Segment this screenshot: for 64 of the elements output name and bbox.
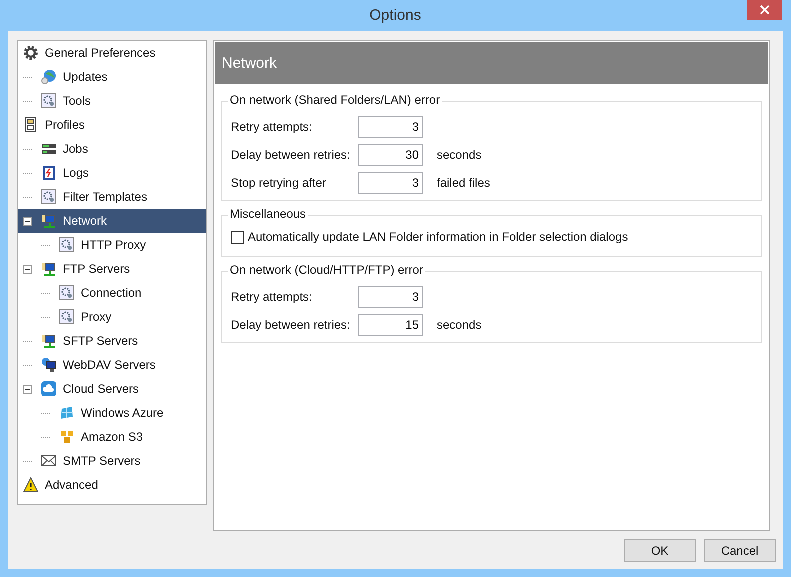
field-label: Retry attempts: <box>231 290 314 304</box>
group-title: Miscellaneous <box>228 207 308 221</box>
number-field[interactable]: 3 <box>358 286 423 308</box>
number-field[interactable]: 3 <box>358 172 423 194</box>
number-field[interactable]: 3 <box>358 116 423 138</box>
tree-item[interactable]: SFTP Servers <box>18 329 206 353</box>
network-icon <box>41 261 57 277</box>
tree-item[interactable]: HTTP Proxy <box>18 233 206 257</box>
mail-icon <box>41 453 57 469</box>
tree-item[interactable]: Network <box>18 209 206 233</box>
tree-item[interactable]: FTP Servers <box>18 257 206 281</box>
unit-label: failed files <box>437 176 490 190</box>
number-field[interactable]: 15 <box>358 314 423 336</box>
number-field[interactable]: 30 <box>358 144 423 166</box>
tree-item[interactable]: Logs <box>18 161 206 185</box>
collapse-icon[interactable] <box>23 216 32 226</box>
warning-icon <box>23 477 39 493</box>
field-label: Stop retrying after <box>231 176 328 190</box>
unit-label: seconds <box>437 318 482 332</box>
tree-item[interactable]: Connection <box>18 281 206 305</box>
gear-icon <box>23 45 39 61</box>
cloud-icon <box>41 381 57 397</box>
settings-icon <box>59 309 75 325</box>
network-icon <box>41 333 57 349</box>
tree-item[interactable]: Cloud Servers <box>18 377 206 401</box>
collapse-icon[interactable] <box>23 264 32 274</box>
tree-item[interactable]: Updates <box>18 65 206 89</box>
settings-icon <box>41 189 57 205</box>
tree-item[interactable]: Proxy <box>18 305 206 329</box>
network-icon <box>41 213 57 229</box>
settings-icon <box>41 93 57 109</box>
tree-item[interactable]: Advanced <box>18 473 206 497</box>
panel-title: Network <box>222 54 278 72</box>
close-button[interactable] <box>747 0 782 20</box>
close-icon <box>760 5 770 15</box>
tree-item[interactable]: SMTP Servers <box>18 449 206 473</box>
window-title: Options <box>370 7 422 24</box>
jobs-icon <box>41 141 57 157</box>
settings-icon <box>59 285 75 301</box>
cancel-button[interactable]: Cancel <box>704 539 776 562</box>
tree-item[interactable]: WebDAV Servers <box>18 353 206 377</box>
field-label: Delay between retries: <box>231 318 352 332</box>
group-title: On network (Shared Folders/LAN) error <box>228 93 442 107</box>
field-label: Delay between retries: <box>231 148 352 162</box>
tree-item[interactable]: General Preferences <box>18 41 206 65</box>
tree-item[interactable]: Tools <box>18 89 206 113</box>
monitor-icon <box>41 357 57 373</box>
tree-item[interactable]: Filter Templates <box>18 185 206 209</box>
checkbox-label: Automatically update LAN Folder information in Folder selection dialogs <box>248 230 628 244</box>
tree-item[interactable]: Jobs <box>18 137 206 161</box>
tree-item[interactable]: Profiles <box>18 113 206 137</box>
checkbox[interactable] <box>231 230 244 244</box>
log-icon <box>41 165 57 181</box>
settings-icon <box>59 237 75 253</box>
globe-icon <box>41 69 57 85</box>
field-label: Retry attempts: <box>231 120 314 134</box>
tree-item[interactable]: Windows Azure <box>18 401 206 425</box>
tree-item[interactable]: Amazon S3 <box>18 425 206 449</box>
group-title: On network (Cloud/HTTP/FTP) error <box>228 263 426 277</box>
collapse-icon[interactable] <box>23 384 32 394</box>
boxes-icon <box>59 429 75 445</box>
profile-icon <box>23 117 39 133</box>
ok-button[interactable]: OK <box>624 539 696 562</box>
unit-label: seconds <box>437 148 482 162</box>
